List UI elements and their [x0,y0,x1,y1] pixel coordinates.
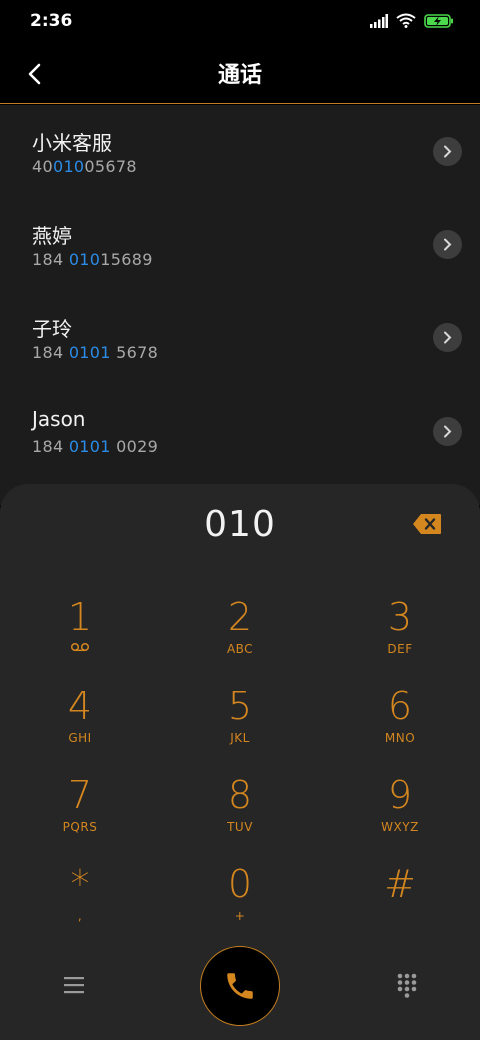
dial-key-star[interactable]: * , [20,863,140,945]
dial-key-7[interactable]: 7 PQRS [20,774,140,856]
chevron-right-icon [444,145,452,158]
voicemail-icon [70,642,90,652]
contact-item[interactable]: 燕婷 184 01015689 [0,198,480,291]
key-letters: JKL [230,731,250,745]
key-digit: 9 [387,773,413,817]
dial-key-6[interactable]: 6 MNO [340,685,460,767]
dial-key-hash[interactable]: # [340,863,460,945]
key-letters: GHI [68,731,92,745]
number-match-highlight: 010 [52,157,85,176]
key-digit: 8 [227,773,253,817]
dial-key-1[interactable]: 1 [20,596,140,678]
chevron-right-icon [444,425,452,438]
dial-key-5[interactable]: 5 JKL [180,685,300,767]
dial-key-3[interactable]: 3 DEF [340,596,460,678]
keypad-icon[interactable] [396,972,418,998]
contact-number: 184 0101 5678 [32,343,159,362]
key-letters: + [234,909,246,923]
number-match-highlight: 010 [68,250,101,269]
dial-key-2[interactable]: 2 ABC [180,596,300,678]
contact-name: 子玲 [32,317,72,341]
contact-detail-button[interactable] [433,137,462,166]
contact-number: 184 01015689 [32,250,153,269]
contact-name: Jason [32,407,86,431]
dial-key-9[interactable]: 9 WXYZ [340,774,460,856]
contact-match-list: 小米客服 4001005678 燕婷 184 01015689 子玲 184 0… [0,105,480,505]
dial-key-4[interactable]: 4 GHI [20,685,140,767]
contact-item[interactable]: 小米客服 4001005678 [0,105,480,198]
key-digit: 7 [67,773,93,817]
key-letters: WXYZ [381,820,419,834]
contact-detail-button[interactable] [433,323,462,352]
contact-item[interactable]: 子玲 184 0101 5678 [0,291,480,384]
backspace-icon[interactable] [412,513,442,535]
key-letters: PQRS [62,820,98,834]
call-button[interactable] [200,946,280,1026]
dial-key-8[interactable]: 8 TUV [180,774,300,856]
battery-charging-icon [424,13,453,28]
key-letters: , [77,909,83,923]
signal-icon [370,13,388,28]
number-match-highlight: 0101 [68,437,111,456]
wifi-icon [396,13,416,28]
key-digit: 6 [387,684,413,728]
phone-icon [227,973,253,999]
key-letters: TUV [227,820,253,834]
key-letters: DEF [387,642,413,656]
dialer-panel: 010 1 2 ABC 3 DEF 4 GHI 5 JKL 6 MNO 7 PQ… [0,484,480,1040]
key-digit: 5 [227,684,253,728]
dial-key-0[interactable]: 0 + [180,863,300,945]
status-bar: 2:36 [0,0,480,44]
key-digit: 2 [227,595,253,639]
key-digit: 1 [67,595,93,639]
status-icons [370,13,454,28]
key-digit: 4 [67,684,93,728]
chevron-right-icon [444,238,452,251]
status-time: 2:36 [30,11,73,31]
header-bar: 通话 [0,44,480,104]
contact-detail-button[interactable] [433,417,462,446]
contact-number: 184 0101 0029 [32,437,159,456]
contact-name: 燕婷 [32,224,72,248]
contact-detail-button[interactable] [433,230,462,259]
key-letters: ABC [226,642,254,656]
contact-name: 小米客服 [32,131,112,155]
key-digit: * [70,862,90,906]
contact-item[interactable]: Jason 184 0101 0029 [0,385,480,478]
key-digit: 0 [227,862,253,906]
chevron-right-icon [444,331,452,344]
contact-number: 4001005678 [32,157,137,176]
dialed-number-display: 010 [204,504,276,545]
menu-icon[interactable] [60,974,88,996]
key-letters: MNO [384,731,416,745]
key-digit: # [384,862,416,906]
number-match-highlight: 0101 [68,343,111,362]
page-title: 通话 [217,63,262,88]
key-digit: 3 [387,595,413,639]
